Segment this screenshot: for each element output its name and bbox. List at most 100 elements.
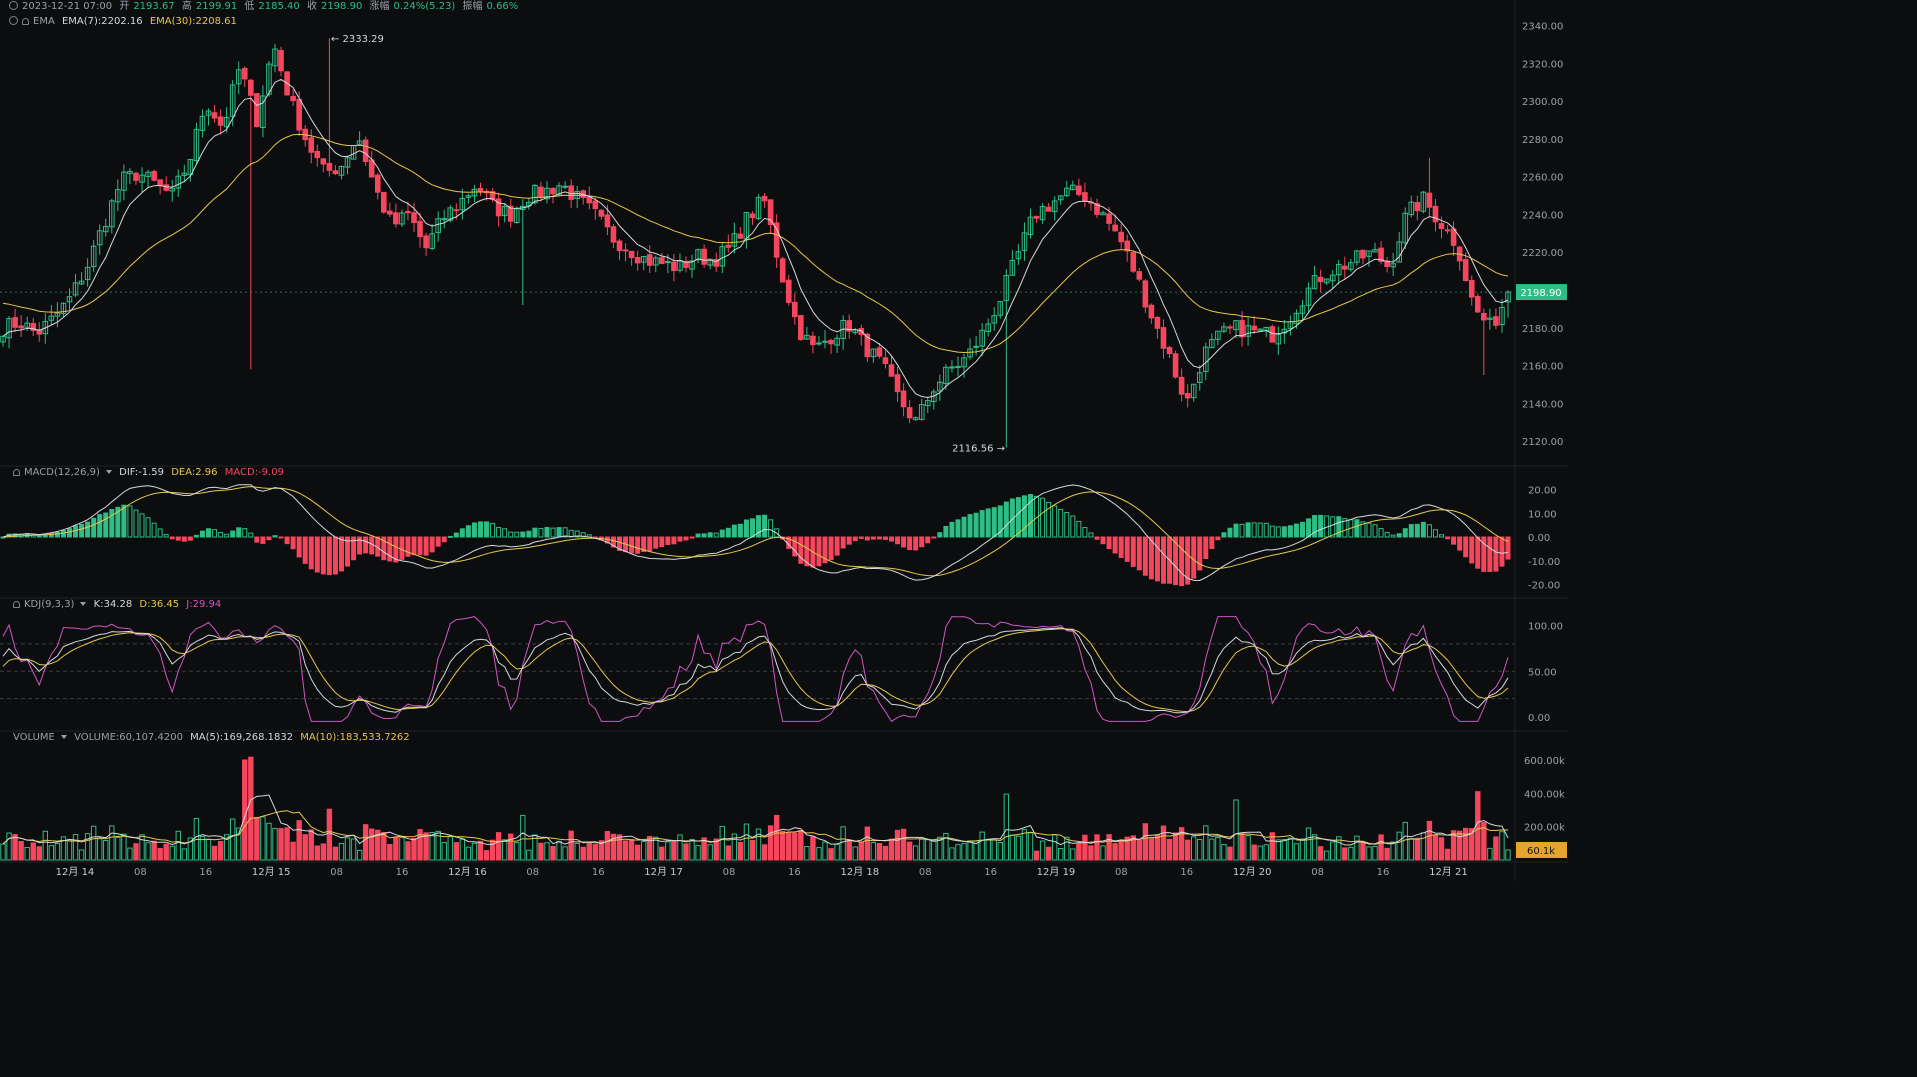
time-axis-label: 08 [723,867,736,878]
macd-histogram-bar [1191,536,1197,579]
dropdown-caret-icon[interactable] [60,735,67,739]
macd-histogram-bar [465,525,471,538]
candle-body [906,407,913,419]
volume-bar [6,832,12,861]
macd-histogram-bar [1251,522,1257,538]
dropdown-caret-icon[interactable] [80,602,87,606]
macd-histogram-bar [1287,525,1293,538]
macd-histogram-bar [526,530,532,538]
macd-histogram-bar [629,536,635,554]
volume-name[interactable]: VOLUME [13,732,55,743]
candle-body [254,93,260,128]
volume-bar [284,827,290,861]
candle-body [163,184,169,191]
volume-bar [133,843,139,861]
volume-tick-label: 400.00k [1524,789,1565,800]
candle-body [241,67,248,80]
alert-bell-icon[interactable] [22,18,29,25]
open-label: 开 [119,1,130,12]
volume-bar [381,832,387,861]
candle-body [1172,353,1179,378]
volume-bar [508,833,514,861]
macd-histogram-bar [913,536,919,551]
volume-bar [163,843,169,861]
candle-body [393,212,399,225]
kdj-name[interactable]: KDJ(9,3,3) [24,599,74,610]
macd-histogram-bar [828,536,834,561]
volume-bar [1456,830,1463,861]
macd-histogram-bar [665,536,671,545]
volume-bar [858,841,864,861]
macd-histogram-bar [1003,501,1009,538]
macd-histogram-bar [888,536,894,542]
time-axis-label: 16 [984,867,997,878]
volume-bar [362,824,369,861]
macd-histogram-bar [266,536,272,541]
dropdown-caret-icon[interactable] [105,470,112,474]
macd-histogram-bar [1148,536,1154,580]
candle-body [18,325,24,329]
volume-bar [1493,836,1499,861]
macd-value: MACD:-9.09 [224,467,284,478]
macd-histogram-bar [181,536,187,542]
volume-bar [1354,835,1360,861]
ema-name[interactable]: EMA [33,16,55,27]
candle-body [290,95,296,102]
volume-bar [278,828,284,861]
collapse-icon[interactable] [9,16,18,25]
macd-histogram-bar [187,536,193,541]
price-tick-label: 2120.00 [1522,437,1563,448]
volume-bar [72,834,79,861]
volume-bar [90,825,97,861]
chart-svg[interactable]: 2340.00 2320.00 2300.00 2280.00 2260.00 2240.… [0,0,1568,881]
macd-tick-label: -20.00 [1528,581,1560,592]
candle-body [1438,222,1445,229]
macd-histogram-bar [532,527,538,538]
alert-bell-icon[interactable] [13,469,20,476]
alert-bell-icon[interactable] [13,601,20,608]
macd-histogram-bar [1130,536,1136,567]
macd-histogram-bar [1106,536,1112,550]
chart-stage[interactable]: 2340.00 2320.00 2300.00 2280.00 2260.00 2240.… [0,0,1568,881]
macd-histogram-bar [1154,536,1160,582]
volume-bar [1227,846,1233,861]
volume-bar [925,838,931,861]
macd-histogram-bar [435,536,441,547]
price-tick-label: 2260.00 [1522,173,1563,184]
candle-body [308,137,315,153]
volume-bar [151,840,157,861]
macd-histogram-bar [937,532,943,538]
candle-body [1106,213,1112,224]
macd-name[interactable]: MACD(12,26,9) [24,467,100,478]
macd-histogram-bar [193,534,199,538]
volume-bar [411,837,417,861]
macd-histogram-bar [1209,536,1215,549]
macd-histogram-bar [151,522,157,538]
collapse-icon[interactable] [9,1,18,10]
macd-histogram-bar [858,536,864,539]
macd-histogram-bar [417,536,423,556]
volume-bar [30,842,36,861]
volume-bar [1275,839,1282,861]
candle-body [157,179,163,186]
volume-bar [773,814,780,861]
candle-body [616,240,623,252]
candle-body [1227,326,1233,329]
volume-bar [1027,832,1034,861]
volume-bar [912,845,919,861]
candle-body [1342,265,1348,270]
macd-histogram-bar [66,528,72,538]
macd-histogram-bar [1040,497,1046,538]
volume-bar [1366,846,1372,861]
kdj-k: K:34.28 [93,599,133,610]
candle-body [949,366,955,369]
macd-histogram-bar [163,534,169,538]
volume-bar [1420,832,1427,861]
volume-bar [562,846,568,861]
macd-tick-label: 0.00 [1528,533,1550,544]
candle-body [634,257,641,264]
volume-bar [864,826,871,861]
volume-bar [1166,838,1173,861]
volume-bar [586,841,592,861]
macd-histogram-bar [1100,536,1106,545]
